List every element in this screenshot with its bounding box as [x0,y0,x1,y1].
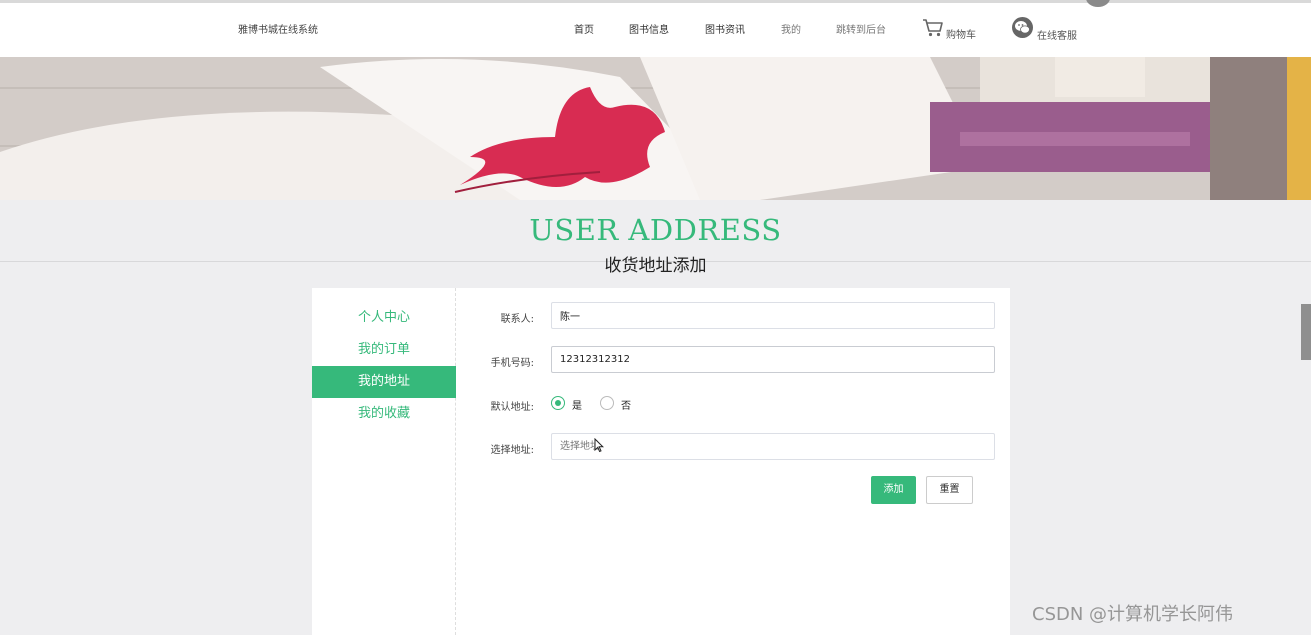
contact-label: 联系人: [500,314,534,325]
sidebar-item-favorites[interactable]: 我的收藏 [312,398,456,430]
sidebar-item-profile[interactable]: 个人中心 [312,302,456,334]
user-sidebar: 个人中心 我的订单 我的地址 我的收藏 [312,288,456,635]
hero-banner [0,57,1311,200]
default-yes-text: 是 [572,401,582,412]
top-header: 雅博书城在线系统 首页 图书信息 图书资讯 我的 跳转到后台 购物车 在线客服 [0,0,1311,57]
page-scrollbar[interactable] [1301,304,1311,360]
page-title-en: USER ADDRESS [529,213,782,247]
radio-circle [600,396,614,410]
site-title: 雅博书城在线系统 [238,25,318,36]
address-label: 选择地址: [490,445,534,456]
cart-icon [923,19,943,37]
sidebar-item-address[interactable]: 我的地址 [312,366,456,398]
nav-home[interactable]: 首页 [574,21,594,36]
nav-book-info[interactable]: 图书信息 [629,21,669,36]
phone-label: 手机号码: [490,358,534,369]
cart-label: 购物车 [946,30,976,41]
default-address-label: 默认地址: [490,402,534,413]
default-no-text: 否 [621,401,631,412]
wechat-icon [1012,17,1033,38]
address-select-input[interactable] [551,433,995,460]
online-service-label: 在线客服 [1037,31,1077,42]
add-button[interactable]: 添加 [871,476,916,504]
radio-circle [551,396,565,410]
user-avatar[interactable] [1086,0,1110,7]
contact-input[interactable] [551,302,995,329]
nav-admin[interactable]: 跳转到后台 [836,21,886,36]
mouse-cursor-icon [594,438,604,453]
nav-mine[interactable]: 我的 [781,21,801,36]
nav-book-news[interactable]: 图书资讯 [705,21,745,36]
sidebar-item-orders[interactable]: 我的订单 [312,334,456,366]
phone-input[interactable] [551,346,995,373]
banner-book-image [0,57,1311,200]
address-panel: 个人中心 我的订单 我的地址 我的收藏 联系人: 手机号码: 默认地址: 是 否… [312,288,1010,635]
page-title-cn: 收货地址添加 [604,256,707,276]
csdn-watermark: CSDN @计算机学长阿伟 [1032,604,1234,625]
reset-button[interactable]: 重置 [926,476,973,504]
